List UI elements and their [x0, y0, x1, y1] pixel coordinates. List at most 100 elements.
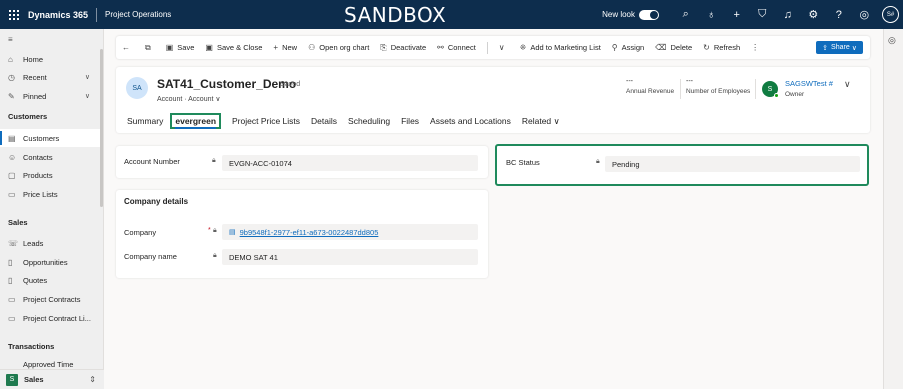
entity-name: Account [157, 96, 183, 103]
form-selector[interactable]: Account [188, 96, 213, 103]
account-number-field[interactable]: EVGN-ACC-01074 [222, 155, 478, 171]
kpi-label: Annual Revenue [626, 88, 675, 95]
marketing-label: Add to Marketing List [530, 43, 601, 52]
sidebar-item-customers[interactable]: ▤ Customers [0, 129, 100, 147]
connect-button[interactable]: ⚯ Connect [437, 43, 476, 52]
popout-button[interactable]: ⧉ [145, 43, 155, 53]
company-link[interactable]: 9b9548f1-2977-ef11-a673-0022487dd805 [240, 228, 379, 237]
bc-status-label: BC Status [506, 158, 540, 167]
tab-details[interactable]: Details [311, 116, 337, 126]
user-avatar[interactable]: S# [882, 6, 899, 23]
bc-status-field[interactable]: Pending [605, 156, 860, 172]
company-name-label: Company name [124, 252, 177, 261]
kpi-value: --- [626, 78, 633, 85]
copilot-pane-icon[interactable]: ◎ [888, 35, 896, 46]
annual-revenue-kpi: --- Annual Revenue [626, 78, 674, 95]
assign-label: Assign [621, 43, 645, 52]
chevron-down-icon: ∨ [84, 74, 90, 81]
top-navigation-bar: Dynamics 365 Project Operations SANDBOX … [0, 0, 903, 29]
share-icon: ⇪ [822, 44, 829, 52]
popout-icon: ⧉ [145, 42, 151, 52]
sidebar-item-project-contracts[interactable]: ▭ Project Contracts [0, 290, 100, 308]
sidebar-item-contacts[interactable]: ☺ Contacts [0, 148, 100, 166]
sidebar-item-products[interactable]: ▢ Products [0, 166, 100, 184]
org-chart-icon: ⚇ [308, 43, 316, 52]
sidebar-item-leads[interactable]: ☏ Leads [0, 234, 100, 252]
save-status: - Saved [276, 81, 301, 88]
share-label: Share [831, 44, 850, 51]
connect-dropdown-button[interactable]: ∨ [499, 43, 509, 52]
sidebar-item-label: Recent [23, 72, 47, 82]
sitemap-sidebar: ≡ ⌂ Home ◷ Recent ∨ ✎ Pinned ∨ Customers ▤ Cus… [0, 29, 104, 389]
settings-icon[interactable]: ⚙ [801, 8, 827, 21]
tab-assets-and-locations[interactable]: Assets and Locations [430, 116, 511, 126]
chevron-down-icon[interactable]: ∨ [844, 79, 851, 90]
tab-scheduling[interactable]: Scheduling [348, 116, 390, 126]
assign-button[interactable]: ⚲ Assign [612, 43, 644, 52]
company-lookup-field[interactable]: ▤ 9b9548f1-2977-ef11-a673-0022487dd805 [222, 224, 478, 240]
deactivate-button[interactable]: ⎘ Deactivate [380, 43, 426, 53]
record-subtitle: Account · Account ∨ [157, 95, 221, 103]
sidebar-item-project-contract-lines[interactable]: ▭ Project Contract Li... [0, 309, 100, 327]
app-name[interactable]: Project Operations [105, 10, 171, 19]
tab-evergreen[interactable]: evergreen [170, 113, 222, 129]
bell-icon[interactable]: ♫ [775, 9, 801, 21]
filter-icon[interactable]: ⛉ [750, 8, 776, 21]
building-icon: ▤ [8, 133, 16, 143]
save-close-label: Save & Close [216, 43, 263, 52]
tab-files[interactable]: Files [401, 116, 419, 126]
sidebar-item-quotes[interactable]: ▯ Quotes [0, 271, 100, 289]
org-chart-button[interactable]: ⚇ Open org chart [308, 43, 369, 52]
new-look-toggle[interactable] [639, 9, 659, 20]
chevron-down-icon: ∨ [851, 44, 857, 52]
sidebar-item-label: Price Lists [23, 189, 58, 199]
record-header: SA SAT41_Customer_Demo - Saved Account ·… [116, 67, 870, 133]
help-icon[interactable]: ? [826, 9, 852, 21]
sidebar-menu-toggle[interactable]: ≡ [0, 30, 100, 48]
lightbulb-icon[interactable]: ♁ [699, 9, 725, 21]
add-to-marketing-list-button[interactable]: ⁜ Add to Marketing List [520, 43, 601, 52]
area-icon: S [6, 373, 18, 386]
chevron-down-icon[interactable]: ∨ [215, 96, 220, 103]
save-button[interactable]: ▣ Save [166, 43, 195, 52]
sidebar-item-opportunities[interactable]: ▯ Opportunities [0, 253, 100, 271]
plus-icon: + [273, 43, 279, 52]
divider [680, 79, 681, 99]
copilot-icon[interactable]: ◎ [852, 8, 878, 21]
sidebar-item-price-lists[interactable]: ▭ Price Lists [0, 185, 100, 203]
document-icon: ▭ [8, 189, 16, 199]
tab-project-price-lists[interactable]: Project Price Lists [232, 116, 300, 126]
new-button[interactable]: + New [273, 43, 297, 52]
company-name-field[interactable]: DEMO SAT 41 [222, 249, 478, 265]
delete-button[interactable]: ⌫ Delete [655, 43, 692, 52]
refresh-label: Refresh [713, 43, 741, 52]
sidebar-scrollbar[interactable] [100, 49, 103, 207]
owner-link[interactable]: SAGSWTest # [785, 79, 833, 88]
back-button[interactable]: ← [122, 43, 134, 52]
arrow-left-icon: ← [122, 43, 130, 52]
save-close-icon: ▣ [205, 43, 213, 52]
area-switcher[interactable]: S Sales ⇕ [0, 369, 104, 389]
brand-name[interactable]: Dynamics 365 [28, 10, 96, 20]
bc-status-section: BC Status 🔒︎ Pending [495, 144, 869, 186]
save-close-button[interactable]: ▣ Save & Close [205, 43, 262, 52]
sidebar-item-recent[interactable]: ◷ Recent ∨ [0, 68, 100, 86]
more-commands-button[interactable]: ⋮ [751, 43, 763, 52]
share-button[interactable]: ⇪ Share ∨ [816, 41, 863, 54]
sidebar-item-home[interactable]: ⌂ Home [0, 50, 100, 68]
sidebar-item-pinned[interactable]: ✎ Pinned ∨ [0, 87, 100, 105]
sidebar-item-label: Project Contract Li... [23, 313, 91, 323]
sidebar-item-approved-time[interactable]: Approved Time [0, 359, 100, 369]
list-add-icon: ⁜ [519, 43, 527, 52]
more-icon: ⋮ [751, 43, 760, 52]
sidebar-item-label: Project Contracts [23, 294, 81, 304]
sidebar-item-label: Home [23, 54, 44, 64]
tab-related[interactable]: Related ∨ [522, 116, 560, 127]
employees-kpi: --- Number of Employees [686, 78, 750, 95]
app-launcher-icon[interactable] [0, 0, 28, 29]
search-icon[interactable]: ⌕ [673, 8, 699, 21]
tab-summary[interactable]: Summary [127, 116, 163, 126]
refresh-button[interactable]: ↻ Refresh [703, 43, 740, 52]
lock-icon: 🔒︎ [212, 157, 216, 164]
plus-icon[interactable]: + [724, 9, 750, 21]
